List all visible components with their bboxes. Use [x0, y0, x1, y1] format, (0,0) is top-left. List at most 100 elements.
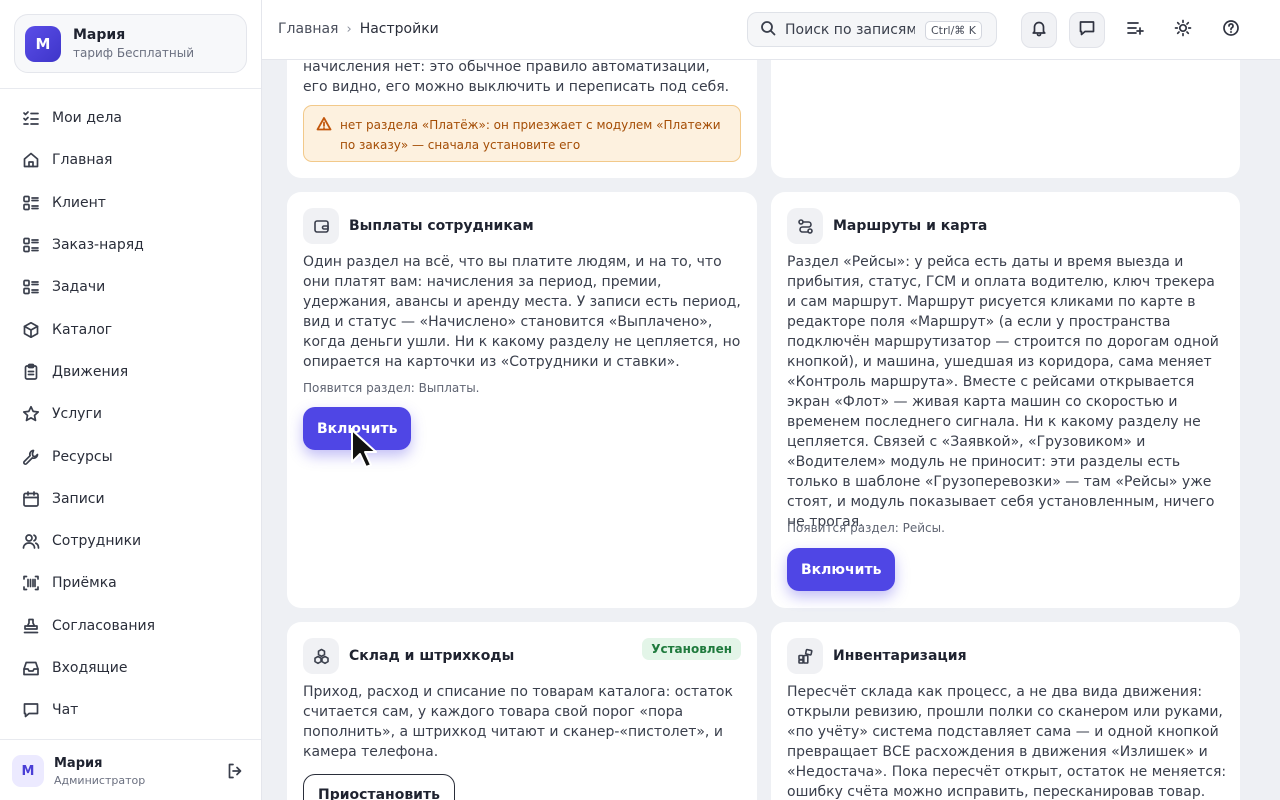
- divider: [0, 88, 261, 89]
- sun-icon: [1174, 19, 1192, 41]
- messages-button[interactable]: [1069, 12, 1105, 48]
- sidebar-item-label: Входящие: [52, 660, 128, 676]
- workspace-switcher[interactable]: М Мария тариф Бесплатный: [14, 14, 247, 73]
- list-icon: [22, 194, 40, 212]
- sidebar-item-services[interactable]: Услуги: [0, 393, 261, 435]
- workspace-plan: тариф Бесплатный: [73, 46, 195, 60]
- chat-icon: [22, 701, 40, 719]
- card-description: Приход, расход и списание по товарам кат…: [303, 684, 733, 760]
- sidebar-item-my-tasks[interactable]: Мои дела: [0, 97, 261, 139]
- sidebar-item-label: Клиент: [52, 194, 106, 211]
- sidebar-item-home[interactable]: Главная: [0, 139, 261, 181]
- sidebar-item-approvals[interactable]: Согласования: [0, 605, 261, 647]
- sidebar-item-client[interactable]: Клиент: [0, 182, 261, 224]
- user-name: Мария: [54, 755, 103, 771]
- sidebar-item-label: Движения: [52, 363, 129, 380]
- sidebar: М Мария тариф Бесплатный Мои дела Главна…: [0, 0, 262, 800]
- wrench-icon: [22, 448, 40, 466]
- sidebar-item-work-order[interactable]: Заказ-наряд: [0, 224, 261, 266]
- mouse-cursor-icon: [351, 429, 377, 468]
- add-list-button[interactable]: [1117, 12, 1153, 48]
- sidebar-item-inbox[interactable]: Входящие: [0, 647, 261, 689]
- search-input[interactable]: [785, 21, 915, 38]
- module-card-payouts: Выплаты сотрудникам Один раздел на всё, …: [287, 192, 757, 608]
- sidebar-item-tasks[interactable]: Задачи: [0, 266, 261, 308]
- list-icon: [22, 278, 40, 296]
- warning-banner: нет раздела «Платёж»: он приезжает с мод…: [303, 105, 741, 162]
- top-bar: Главная › Настройки Ctrl/⌘ K: [262, 0, 1280, 60]
- card-description: Раздел «Рейсы»: у рейса есть даты и врем…: [787, 254, 1219, 530]
- status-badge: Установлен: [642, 638, 741, 660]
- avatar: М: [12, 755, 44, 787]
- inbox-icon: [22, 659, 40, 677]
- star-icon: [22, 405, 40, 423]
- card-description: Пересчёт склада как процесс, а не два ви…: [787, 684, 1227, 800]
- sidebar-item-label: Ресурсы: [52, 448, 113, 465]
- card-title: Инвентаризация: [833, 648, 967, 664]
- breadcrumb-current: Настройки: [359, 21, 439, 37]
- sidebar-item-label: Мои дела: [52, 110, 123, 127]
- user-role: Администратор: [54, 773, 146, 787]
- module-card-routes: Маршруты и карта Раздел «Рейсы»: у рейса…: [771, 192, 1240, 608]
- notifications-button[interactable]: [1021, 12, 1057, 48]
- checklist-icon: [22, 109, 40, 127]
- workspace-avatar: М: [25, 25, 61, 62]
- enable-button[interactable]: Включить: [787, 548, 896, 591]
- warning-icon: [316, 116, 332, 132]
- breadcrumb-separator: ›: [346, 21, 352, 37]
- sidebar-item-movements[interactable]: Движения: [0, 351, 261, 393]
- card-title: Маршруты и карта: [833, 218, 988, 234]
- sidebar-item-records[interactable]: Записи: [0, 478, 261, 520]
- list-plus-icon: [1126, 19, 1144, 41]
- chat-icon: [1078, 19, 1096, 41]
- sidebar-item-label: Заказ-наряд: [52, 237, 144, 254]
- pause-button[interactable]: Приостановить: [303, 774, 455, 800]
- help-icon: [1222, 19, 1240, 41]
- sidebar-item-employees[interactable]: Сотрудники: [0, 520, 261, 562]
- route-icon: [787, 208, 823, 244]
- card-title: Выплаты сотрудникам: [349, 218, 534, 234]
- module-card-inventory: Инвентаризация Пересчёт склада как проце…: [771, 622, 1240, 800]
- search-icon: [760, 20, 776, 40]
- calendar-icon: [22, 490, 40, 508]
- sidebar-item-receiving[interactable]: Приёмка: [0, 562, 261, 604]
- warning-text: нет раздела «Платёж»: он приезжает с мод…: [340, 118, 721, 152]
- card-note: Появится раздел: Рейсы.: [787, 521, 945, 535]
- grid-icon: [787, 638, 823, 674]
- sidebar-item-label: Услуги: [52, 406, 102, 423]
- card-description: Один раздел на всё, что вы платите людям…: [303, 254, 741, 370]
- sidebar-item-label: Задачи: [52, 279, 106, 296]
- sidebar-item-label: Главная: [52, 152, 113, 169]
- sidebar-item-resources[interactable]: Ресурсы: [0, 435, 261, 477]
- search-box[interactable]: Ctrl/⌘ K: [747, 12, 997, 47]
- breadcrumb: Главная › Настройки: [278, 21, 439, 37]
- workspace-name: Мария: [73, 27, 126, 43]
- card-note: Появится раздел: Выплаты.: [303, 381, 480, 395]
- bell-icon: [1030, 19, 1048, 41]
- sidebar-item-label: Сотрудники: [52, 533, 142, 550]
- sidebar-item-catalog[interactable]: Каталог: [0, 308, 261, 350]
- barcode-scan-icon: [22, 574, 40, 592]
- card-title: Склад и штрихкоды: [349, 648, 515, 664]
- list-icon: [22, 236, 40, 254]
- breadcrumb-home[interactable]: Главная: [278, 21, 338, 37]
- module-card-warehouse: Склад и штрихкоды Установлен Приход, рас…: [287, 622, 757, 800]
- sidebar-item-label: Каталог: [52, 321, 113, 338]
- sidebar-nav: Мои дела Главная Клиент Заказ-наряд Зада…: [0, 97, 261, 731]
- user-profile[interactable]: М Мария Администратор: [12, 752, 248, 790]
- box-icon: [22, 321, 40, 339]
- boxes-icon: [303, 638, 339, 674]
- sidebar-item-label: Записи: [52, 490, 105, 507]
- users-icon: [22, 532, 40, 550]
- theme-toggle[interactable]: [1165, 12, 1201, 48]
- module-card-top-right: [771, 40, 1240, 178]
- logout-icon[interactable]: [226, 762, 244, 780]
- clipboard-icon: [22, 363, 40, 381]
- sidebar-item-label: Чат: [52, 702, 79, 719]
- home-icon: [22, 151, 40, 169]
- sidebar-item-chat[interactable]: Чат: [0, 689, 261, 731]
- stamp-icon: [22, 617, 40, 635]
- help-button[interactable]: [1213, 12, 1249, 48]
- search-shortcut: Ctrl/⌘ K: [925, 21, 982, 40]
- sidebar-item-label: Согласования: [52, 617, 155, 634]
